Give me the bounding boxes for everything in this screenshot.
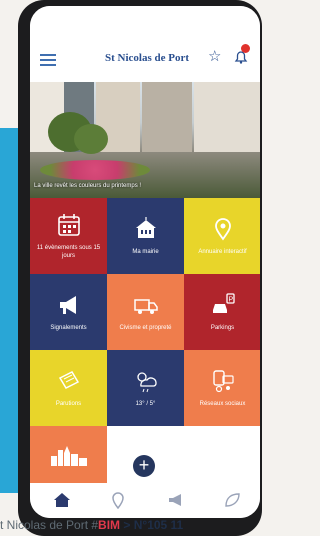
tile-label: Ma mairie	[132, 249, 159, 255]
recycling-truck-icon	[133, 299, 158, 314]
tile-social[interactable]: Réseaux sociaux	[184, 350, 260, 426]
tile-city[interactable]	[30, 426, 107, 483]
building	[142, 82, 192, 152]
tile-label: 13° / 5°	[135, 401, 156, 407]
tile-events[interactable]: 11 évènements sous 15 jours	[30, 198, 107, 274]
notification-badge	[241, 44, 250, 53]
tile-civility[interactable]: Civisme et propreté	[107, 274, 184, 350]
bottom-nav	[30, 483, 260, 518]
app-screen: St Nicolas de Port ☆ La ville revêt les …	[30, 6, 260, 518]
add-button[interactable]: +	[133, 455, 155, 477]
footer-text: t Nicolas de Port #	[0, 518, 99, 532]
tile-publications[interactable]: Parutions	[30, 350, 107, 426]
city-skyline-icon	[50, 445, 87, 466]
leaf-icon[interactable]	[222, 491, 242, 509]
tile-label: Réseaux sociaux	[199, 401, 246, 407]
footer-issue: > N°105	[120, 518, 171, 532]
tile-label: Civisme et propreté	[119, 325, 172, 331]
svg-text:P: P	[228, 297, 233, 304]
publication-icon	[58, 371, 79, 389]
flower-bed	[40, 160, 150, 180]
megaphone-icon	[59, 296, 76, 314]
footer-brand: BIM	[98, 518, 121, 532]
hero-image[interactable]: La ville revêt les couleurs du printemps…	[30, 82, 260, 198]
map-pin-icon	[214, 218, 231, 241]
tile-label: Parutions	[55, 401, 82, 407]
weather-icon	[136, 372, 157, 393]
magazine-footer: t Nicolas de Port #BIM > N°105 11	[0, 518, 265, 536]
tile-label: 11 évènements sous 15 jours	[36, 245, 101, 259]
calendar-icon	[57, 214, 80, 236]
tile-parkings[interactable]: P Parkings	[184, 274, 260, 350]
app-header: St Nicolas de Port ☆	[30, 6, 260, 82]
page-title: St Nicolas de Port	[104, 52, 189, 64]
location-icon[interactable]	[108, 491, 128, 509]
tile-reports[interactable]: Signalements	[30, 274, 107, 350]
tile-label: Annuaire interactif	[198, 249, 247, 255]
town-hall-icon	[135, 217, 156, 238]
tile-directory[interactable]: Annuaire interactif	[184, 198, 260, 274]
parking-car-icon: P	[212, 293, 235, 313]
menu-icon[interactable]	[40, 54, 56, 66]
megaphone-icon[interactable]	[166, 491, 186, 509]
star-icon[interactable]: ☆	[208, 49, 221, 64]
hero-caption: La ville revêt les couleurs du printemps…	[34, 183, 142, 189]
tile-weather[interactable]: 13° / 5°	[107, 350, 184, 426]
home-icon[interactable]	[52, 491, 72, 509]
tile-town-hall[interactable]: Ma mairie	[107, 198, 184, 274]
tile-label: Signalements	[50, 325, 87, 331]
building	[194, 82, 260, 152]
tree	[74, 124, 108, 154]
footer-page-number: 11	[170, 518, 184, 532]
social-network-icon	[212, 370, 234, 393]
tile-label: Parkings	[210, 325, 235, 331]
